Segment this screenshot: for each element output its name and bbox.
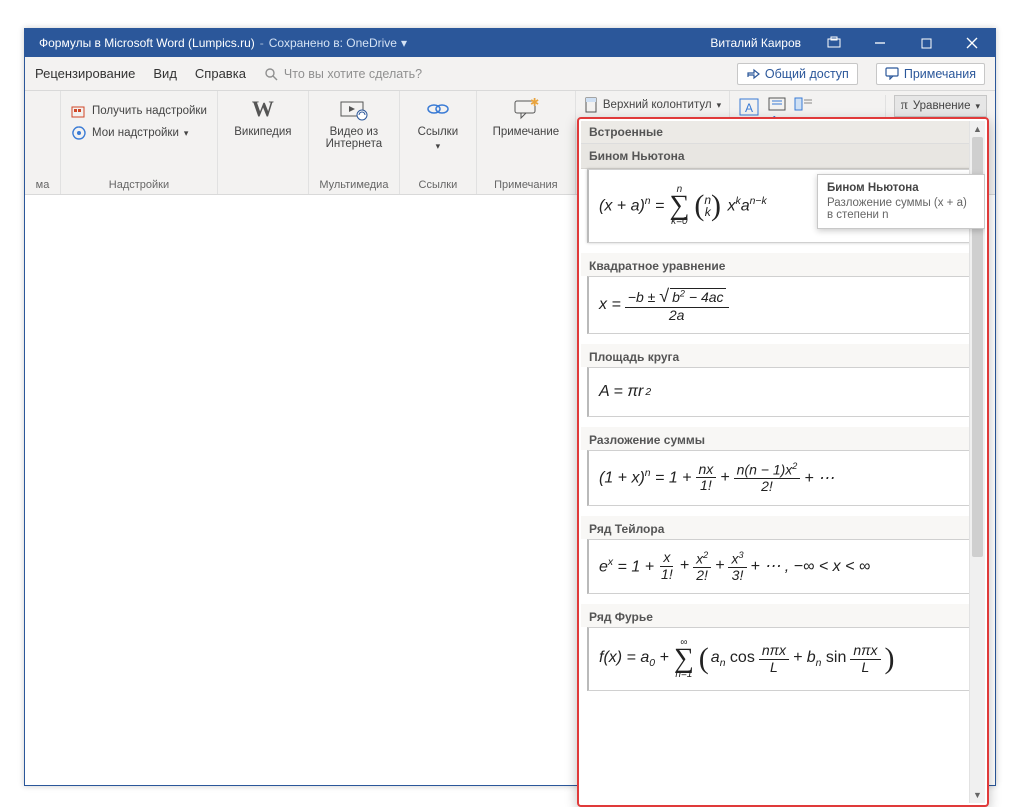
comments-button[interactable]: Примечания <box>876 63 985 85</box>
group-links: Ссылки <box>410 179 466 194</box>
tell-me-search[interactable]: Что вы хотите сделать? <box>264 67 422 81</box>
save-location[interactable]: Сохранено в: OneDrive ▾ <box>269 36 407 50</box>
equation-category: Бином Ньютона <box>581 144 985 169</box>
equation-category: Ряд Тейлора <box>581 516 985 539</box>
tab-help[interactable]: Справка <box>195 66 246 81</box>
equation-gallery: Встроенные Бином Ньютона (x + a)n = n∑k=… <box>577 117 989 807</box>
addins-icon <box>71 103 87 119</box>
search-icon <box>264 67 278 81</box>
equation-item-taylor[interactable]: ex = 1 + x1! + x22! + x33! + ⋯ , −∞ < x … <box>587 539 979 594</box>
search-placeholder: Что вы хотите сделать? <box>284 67 422 81</box>
pi-icon: π <box>901 98 908 114</box>
equation-button[interactable]: π Уравнение ▾ <box>894 95 987 117</box>
text-box-icon[interactable]: A <box>738 97 762 119</box>
links-button[interactable]: Ссылки ▾ <box>410 95 466 152</box>
group-media: Мультимедиа <box>319 179 389 194</box>
equation-item-expansion[interactable]: (1 + x)n = 1 + nx1! + n(n − 1)x22! + ⋯ <box>587 450 979 505</box>
link-icon <box>424 95 452 123</box>
get-addins-button[interactable]: Получить надстройки <box>71 101 207 121</box>
page-header-icon <box>584 97 598 113</box>
ribbon-tabs: Рецензирование Вид Справка Что вы хотите… <box>25 57 995 91</box>
chevron-down-icon: ▾ <box>401 36 407 50</box>
my-addins-icon <box>71 125 87 141</box>
tab-review[interactable]: Рецензирование <box>35 66 135 81</box>
minimize-button[interactable] <box>857 29 903 57</box>
equation-category: Разложение суммы <box>581 427 985 450</box>
header-button[interactable]: Верхний колонтитул▾ <box>584 95 721 115</box>
scroll-up-icon[interactable]: ▲ <box>970 121 985 137</box>
user-name[interactable]: Виталий Каиров <box>700 36 811 50</box>
app-window: Формулы в Microsoft Word (Lumpics.ru) - … <box>24 28 996 786</box>
tab-view[interactable]: Вид <box>153 66 177 81</box>
share-icon <box>746 67 760 80</box>
equation-category: Ряд Фурье <box>581 604 985 627</box>
svg-text:✱: ✱ <box>530 98 539 109</box>
equation-category: Площадь круга <box>581 344 985 367</box>
drop-cap-icon[interactable] <box>794 97 814 111</box>
maximize-button[interactable] <box>903 29 949 57</box>
video-icon <box>340 95 368 123</box>
equation-item-circle-area[interactable]: A = πr2 <box>587 367 979 417</box>
group-label-cut: ма <box>35 179 50 194</box>
ribbon-display-button[interactable] <box>811 29 857 57</box>
new-comment-button[interactable]: ✱ Примечание <box>487 95 565 138</box>
scroll-down-icon[interactable]: ▼ <box>970 787 985 803</box>
equation-item-quadratic[interactable]: x = −b ± √b2 − 4ac 2a <box>587 276 979 334</box>
comment-icon <box>885 67 899 80</box>
close-button[interactable] <box>949 29 995 57</box>
quick-parts-icon[interactable] <box>768 97 788 111</box>
new-comment-icon: ✱ <box>512 95 540 123</box>
online-video-button[interactable]: Видео из Интернета <box>319 95 389 150</box>
equation-tooltip: Бином Ньютона Разложение суммы (x + a) в… <box>817 174 985 229</box>
equation-item-binomial[interactable]: (x + a)n = n∑k=0 (nk) xkan−k Бином Ньюто… <box>587 169 979 243</box>
group-addins: Надстройки <box>71 179 207 194</box>
equation-category: Квадратное уравнение <box>581 253 985 276</box>
my-addins-button[interactable]: Мои надстройки ▾ <box>71 123 207 143</box>
svg-text:A: A <box>745 101 753 115</box>
equation-item-fourier[interactable]: f(x) = a0 + ∞∑n=1 ( an cos nπxL + bn sin… <box>587 627 979 691</box>
group-comments: Примечания <box>487 179 565 194</box>
wikipedia-button[interactable]: W Википедия <box>228 95 298 138</box>
document-title: Формулы в Microsoft Word (Lumpics.ru) <box>39 36 255 50</box>
share-button[interactable]: Общий доступ <box>737 63 858 85</box>
gallery-header: Встроенные <box>581 121 985 144</box>
wikipedia-icon: W <box>249 95 277 123</box>
titlebar: Формулы в Microsoft Word (Lumpics.ru) - … <box>25 29 995 57</box>
